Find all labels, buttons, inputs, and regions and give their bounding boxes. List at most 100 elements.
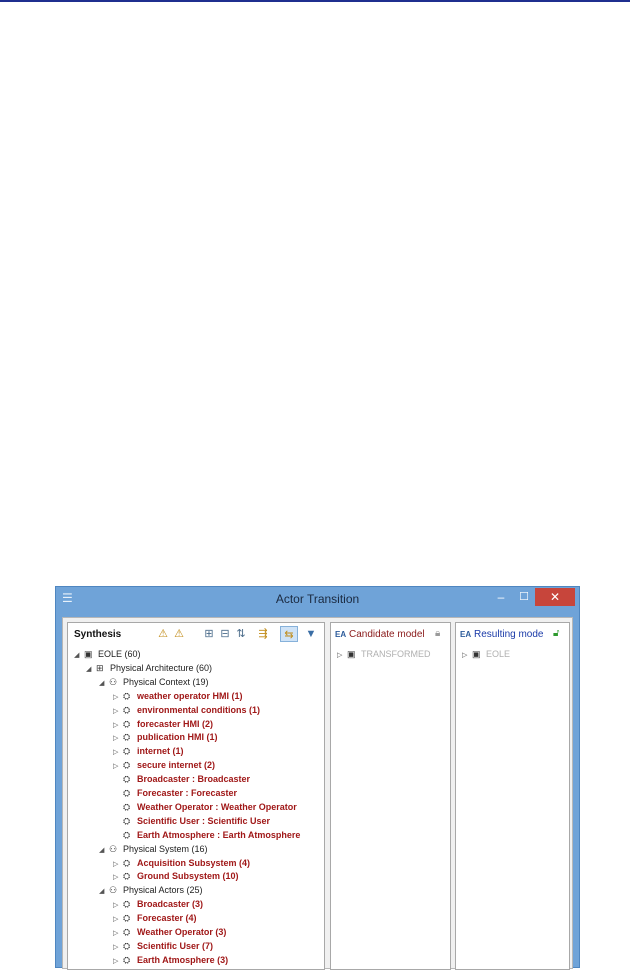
- tree-node[interactable]: ▷ ⛭ Acquisition Subsystem (4): [113, 856, 250, 870]
- candidate-model-panel: EA Candidate model 🔒︎ ▷ ▣ TRANSFORMED: [330, 622, 451, 970]
- lock-icon[interactable]: 🔒︎: [435, 628, 440, 639]
- tree-node[interactable]: ▷ ⛭ environmental conditions (1): [113, 703, 260, 717]
- tree-node[interactable]: ⛭ Weather Operator : Weather Operator: [113, 800, 297, 814]
- expand-icon[interactable]: ▷: [337, 649, 347, 663]
- package-icon: ▣: [347, 649, 356, 659]
- tree-node[interactable]: ◢ ▣ EOLE (60): [74, 647, 141, 661]
- node-label: EOLE (60): [98, 649, 141, 659]
- close-button[interactable]: ✕: [535, 588, 575, 606]
- tree-node[interactable]: ▷ ⛭ secure internet (2): [113, 758, 215, 772]
- tree-node[interactable]: ▷ ⛭ publication HMI (1): [113, 730, 218, 744]
- tree-node[interactable]: ⛭ Forecaster : Forecaster: [113, 786, 237, 800]
- tree-node[interactable]: ◢ ⚇ Physical Context (19): [99, 675, 209, 689]
- tree-node[interactable]: ▷ ⛭ Scientific User (7): [113, 939, 213, 953]
- conflict-filter-icon[interactable]: ⚠: [172, 626, 186, 642]
- sort-icon[interactable]: ⇅: [234, 626, 248, 642]
- node-label: TRANSFORMED: [361, 649, 431, 659]
- tree-node[interactable]: ▷ ⛭ Earth Atmosphere (3): [113, 953, 228, 967]
- expand-icon[interactable]: ◢: [99, 885, 109, 899]
- tree-node[interactable]: ⛭ Earth Atmosphere : Earth Atmosphere: [113, 828, 300, 842]
- node-type-icon: ⛭: [123, 718, 131, 729]
- tree-node[interactable]: ▷ ▣ EOLE: [462, 647, 510, 661]
- node-type-icon: ⛭: [123, 801, 131, 812]
- expand-icon[interactable]: ▷: [462, 649, 472, 663]
- node-type-icon: ⛭: [123, 899, 131, 910]
- node-label: Weather Operator : Weather Operator: [137, 801, 297, 812]
- node-type-icon: ⊞: [96, 662, 104, 673]
- node-type-icon: ⛭: [123, 815, 131, 826]
- maximize-button[interactable]: ☐: [515, 590, 533, 606]
- expand-all-icon[interactable]: ⊞: [202, 626, 216, 642]
- node-label: Acquisition Subsystem (4): [137, 857, 251, 868]
- tree-node[interactable]: ▷ ⛭ Forecaster (4): [113, 911, 197, 925]
- node-label: Physical Actors (25): [123, 885, 203, 896]
- node-type-icon: ⛭: [123, 857, 131, 868]
- tree-node[interactable]: ▷ ⛭ internet (1): [113, 744, 184, 758]
- dialog-content: Synthesis ⚠ ⚠ ⊞ ⊟ ⇅ ⇶ ⇆ ▼ ◢ ▣ EOLE (60) ◢ ⊞ P…: [62, 617, 573, 970]
- minimize-button[interactable]: –: [491, 590, 511, 606]
- resulting-header: EA Resulting mode: [460, 629, 543, 640]
- model-icon: EA: [460, 630, 472, 639]
- node-label: Scientific User (7): [137, 940, 214, 951]
- node-label: weather operator HMI (1): [137, 690, 243, 701]
- tree-node[interactable]: ⛭ Scientific User : Scientific User: [113, 814, 270, 828]
- tree-node[interactable]: ◢ ⚇ Physical Actors (25): [99, 883, 203, 897]
- node-type-icon: ⛭: [123, 746, 131, 757]
- candidate-header: EA Candidate model: [335, 629, 425, 640]
- expand-icon[interactable]: ◢: [99, 677, 109, 691]
- tree-node[interactable]: ▷ ⛭ forecaster HMI (2): [113, 717, 213, 731]
- node-label: secure internet (2): [137, 760, 216, 771]
- node-type-icon: ⚇: [109, 885, 118, 896]
- model-icon: EA: [335, 630, 347, 639]
- node-type-icon: ⚇: [109, 843, 118, 854]
- node-type-icon: ▣: [84, 649, 93, 659]
- title-bar[interactable]: ☰ Actor Transition – ☐ ✕: [56, 587, 579, 611]
- node-label: Forecaster : Forecaster: [137, 788, 238, 798]
- expand-icon[interactable]: ◢: [74, 649, 84, 663]
- node-type-icon: ⚇: [109, 676, 118, 687]
- tree-node[interactable]: ⛭ Broadcaster : Broadcaster: [113, 772, 250, 786]
- node-label: Physical Architecture (60): [110, 662, 213, 673]
- node-type-icon: ⛭: [123, 927, 131, 937]
- node-type-icon: ⛭: [123, 788, 131, 798]
- actor-transition-window: ☰ Actor Transition – ☐ ✕ Synthesis ⚠ ⚠ ⊞…: [55, 586, 580, 970]
- warning-filter-icon[interactable]: ⚠: [156, 626, 170, 642]
- tree-node[interactable]: ◢ ⚇ Physical System (16): [99, 842, 208, 856]
- tree-node[interactable]: ◢ ⊞ Physical Architecture (60): [86, 661, 212, 675]
- expand-icon[interactable]: ▷: [113, 955, 123, 969]
- node-type-icon: ⛭: [123, 871, 131, 882]
- candidate-title: Candidate model: [349, 629, 425, 640]
- node-label: forecaster HMI (2): [137, 718, 214, 729]
- tree-node[interactable]: ▷ ⛭ weather operator HMI (1): [113, 689, 243, 703]
- tree-node[interactable]: ▷ ⛭ Ground Subsystem (10): [113, 869, 239, 883]
- node-label: Scientific User : Scientific User: [137, 815, 271, 826]
- view-menu-icon[interactable]: ▼: [304, 626, 318, 642]
- node-label: EOLE: [486, 649, 511, 659]
- node-label: Earth Atmosphere : Earth Atmosphere: [137, 829, 301, 840]
- node-label: Weather Operator (3): [137, 927, 227, 937]
- merge-icon[interactable]: ⇶: [256, 626, 270, 642]
- expand-icon[interactable]: ◢: [86, 663, 96, 677]
- node-label: Forecaster (4): [137, 913, 197, 924]
- package-icon: ▣: [472, 649, 481, 659]
- unlock-icon[interactable]: 🔓︎: [553, 628, 559, 639]
- sync-icon[interactable]: ⇆: [280, 626, 298, 642]
- node-label: environmental conditions (1): [137, 704, 261, 715]
- top-border: [0, 0, 630, 2]
- node-type-icon: ⛭: [123, 704, 131, 715]
- node-type-icon: ⛭: [123, 940, 131, 951]
- node-label: Ground Subsystem (10): [137, 871, 239, 882]
- node-type-icon: ⛭: [123, 690, 131, 701]
- resulting-title: Resulting mode: [474, 629, 544, 640]
- node-label: Physical Context (19): [123, 676, 209, 687]
- node-label: publication HMI (1): [137, 732, 218, 743]
- expand-icon[interactable]: ◢: [99, 844, 109, 858]
- node-type-icon: ⛭: [123, 760, 131, 771]
- tree-node[interactable]: ▷ ▣ TRANSFORMED: [337, 647, 431, 661]
- node-type-icon: ⛭: [123, 774, 131, 785]
- collapse-all-icon[interactable]: ⊟: [218, 626, 232, 642]
- tree-node[interactable]: ▷ ⛭ Weather Operator (3): [113, 925, 226, 939]
- synthesis-header: Synthesis ⚠ ⚠ ⊞ ⊟ ⇅ ⇶ ⇆ ▼: [68, 623, 324, 645]
- node-label: Earth Atmosphere (3): [137, 954, 229, 965]
- tree-node[interactable]: ▷ ⛭ Broadcaster (3): [113, 897, 203, 911]
